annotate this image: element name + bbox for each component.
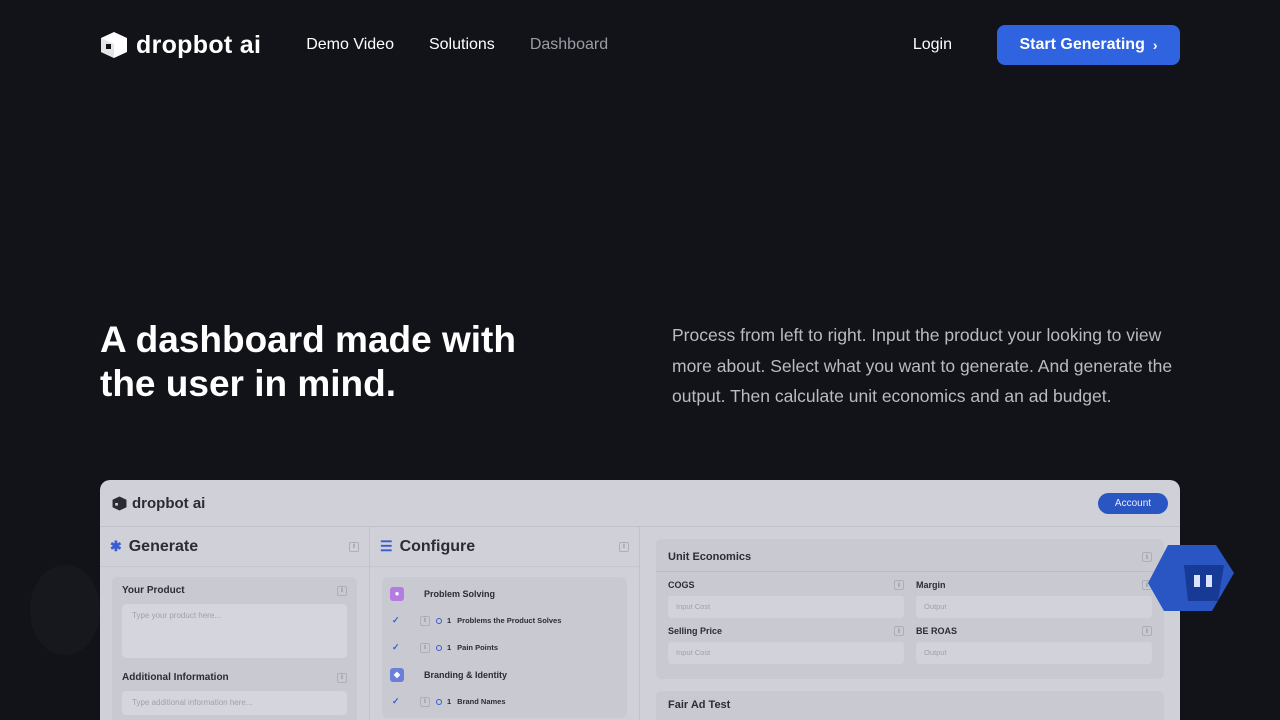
tag-icon: ◆	[390, 667, 404, 682]
sliders-icon: ☰	[380, 538, 393, 554]
config-group-branding[interactable]: ◆ Branding & Identity	[382, 661, 627, 688]
chevron-right-icon: ›	[1152, 37, 1158, 53]
additional-info-label: Additional Information	[122, 672, 229, 683]
nav-link-demo-video[interactable]: Demo Video	[306, 36, 394, 54]
nav-link-dashboard[interactable]: Dashboard	[530, 36, 608, 54]
generate-title-text: Generate	[128, 537, 199, 555]
check-icon: ✓	[392, 696, 400, 706]
login-link[interactable]: Login	[913, 36, 952, 54]
unit-economics-column: Unit Economics i COGS i Input Cost Margin…	[640, 527, 1180, 720]
configure-title-text: Configure	[399, 537, 476, 555]
config-group-problem-solving[interactable]: ● Problem Solving	[382, 580, 627, 607]
config-group-label: Branding & Identity	[424, 669, 507, 680]
your-product-card: Your Product i Type your product here...…	[112, 577, 357, 720]
info-icon[interactable]: i	[894, 626, 904, 636]
config-item-label: Problems the Product Solves	[457, 616, 562, 625]
config-group-label: Problem Solving	[424, 588, 496, 599]
cube-logo-icon	[101, 32, 127, 58]
configure-list: ● Problem Solving ✓ i 1 Problems the Pro…	[382, 577, 627, 718]
unit-economics-grid: COGS i Input Cost Margin i Output Selling …	[668, 580, 1152, 664]
config-item-count: 1	[447, 616, 452, 625]
cogs-cell: COGS i Input Cost	[668, 580, 904, 618]
radio-icon	[436, 644, 442, 651]
config-item-label: Pain Points	[457, 643, 499, 652]
info-icon[interactable]: i	[1142, 626, 1152, 636]
configure-column: ☰ Configure i ● Problem Solving ✓ i 1 Pr…	[370, 527, 640, 720]
info-icon[interactable]: i	[337, 672, 347, 683]
fair-ad-test-title: Fair Ad Test	[668, 699, 731, 711]
your-product-input[interactable]: Type your product here...	[122, 604, 347, 658]
selling-price-label-row: Selling Price i	[668, 626, 904, 636]
top-nav: dropbot ai Demo Video Solutions Dashboar…	[100, 25, 1180, 65]
chat-widget-icon[interactable]	[1146, 543, 1238, 615]
nav-actions: Login Start Generating ›	[913, 25, 1180, 65]
config-item-brand-names[interactable]: ✓ i 1 Brand Names	[382, 688, 627, 715]
generate-title: ✱ Generate i	[100, 527, 369, 567]
config-item-count: 1	[447, 643, 452, 652]
fair-ad-test-card: Fair Ad Test	[656, 691, 1164, 720]
radio-icon	[436, 698, 442, 705]
info-icon[interactable]: i	[420, 696, 430, 707]
selling-price-input[interactable]: Input Cost	[668, 642, 904, 664]
cogs-label: COGS	[668, 580, 695, 590]
selling-price-cell: Selling Price i Input Cost	[668, 626, 904, 664]
your-product-label-row: Your Product i	[122, 585, 347, 596]
info-icon[interactable]: i	[349, 541, 359, 552]
info-icon[interactable]: i	[619, 541, 629, 552]
decorative-shape	[30, 565, 100, 655]
preview-brand-name: dropbot ai	[132, 494, 206, 512]
additional-info-input[interactable]: Type additional information here...	[122, 691, 347, 715]
start-generating-button[interactable]: Start Generating ›	[997, 25, 1180, 65]
configure-title: ☰ Configure i	[370, 527, 639, 567]
unit-economics-title: Unit Economics	[668, 551, 752, 563]
info-icon[interactable]: i	[420, 615, 430, 626]
unit-economics-card: Unit Economics i COGS i Input Cost Margin…	[656, 539, 1164, 679]
account-button[interactable]: Account	[1098, 492, 1168, 514]
hero-description: Process from left to right. Input the pr…	[672, 325, 1173, 406]
additional-info-label-row: Additional Information i	[122, 672, 347, 683]
info-icon[interactable]: i	[420, 642, 430, 653]
preview-header: dropbot ai Account	[100, 480, 1180, 527]
info-icon[interactable]: i	[337, 585, 347, 596]
cogs-label-row: COGS i	[668, 580, 904, 590]
be-roas-label-row: BE ROAS i	[916, 626, 1152, 636]
your-product-label: Your Product	[122, 585, 185, 596]
divider	[656, 571, 1164, 572]
unit-economics-title-row: Unit Economics i	[668, 547, 1152, 567]
selling-price-label: Selling Price	[668, 626, 723, 636]
generate-column: ✱ Generate i Your Product i Type your pr…	[100, 527, 370, 720]
check-icon: ✓	[392, 615, 400, 625]
info-icon[interactable]: i	[894, 580, 904, 590]
be-roas-label: BE ROAS	[916, 626, 958, 636]
config-item-count: 1	[447, 697, 452, 706]
config-item-pain-points[interactable]: ✓ i 1 Pain Points	[382, 634, 627, 661]
brand-name: dropbot ai	[136, 30, 262, 59]
be-roas-cell: BE ROAS i Output	[916, 626, 1152, 664]
nav-link-solutions[interactable]: Solutions	[429, 36, 495, 54]
cogs-input[interactable]: Input Cost	[668, 596, 904, 618]
config-item-problems[interactable]: ✓ i 1 Problems the Product Solves	[382, 607, 627, 634]
dashboard-preview: dropbot ai Account ✱ Generate i Your Pro…	[100, 480, 1180, 720]
config-item-label: Brand Names	[457, 697, 506, 706]
margin-label: Margin	[916, 580, 946, 590]
preview-columns: ✱ Generate i Your Product i Type your pr…	[100, 527, 1180, 720]
radio-icon	[436, 617, 442, 624]
gear-icon: ✱	[110, 538, 122, 554]
check-icon: ✓	[392, 642, 400, 652]
hero-title: A dashboard made with the user in mind.	[100, 319, 516, 404]
margin-cell: Margin i Output	[916, 580, 1152, 618]
lightbulb-icon: ●	[390, 586, 404, 601]
margin-output: Output	[916, 596, 1152, 618]
nav-links: Demo Video Solutions Dashboard	[306, 36, 643, 54]
brand-logo[interactable]: dropbot ai	[100, 31, 261, 60]
start-generating-label: Start Generating	[1019, 36, 1145, 53]
be-roas-output: Output	[916, 642, 1152, 664]
margin-label-row: Margin i	[916, 580, 1152, 590]
cube-logo-icon	[112, 496, 127, 510]
